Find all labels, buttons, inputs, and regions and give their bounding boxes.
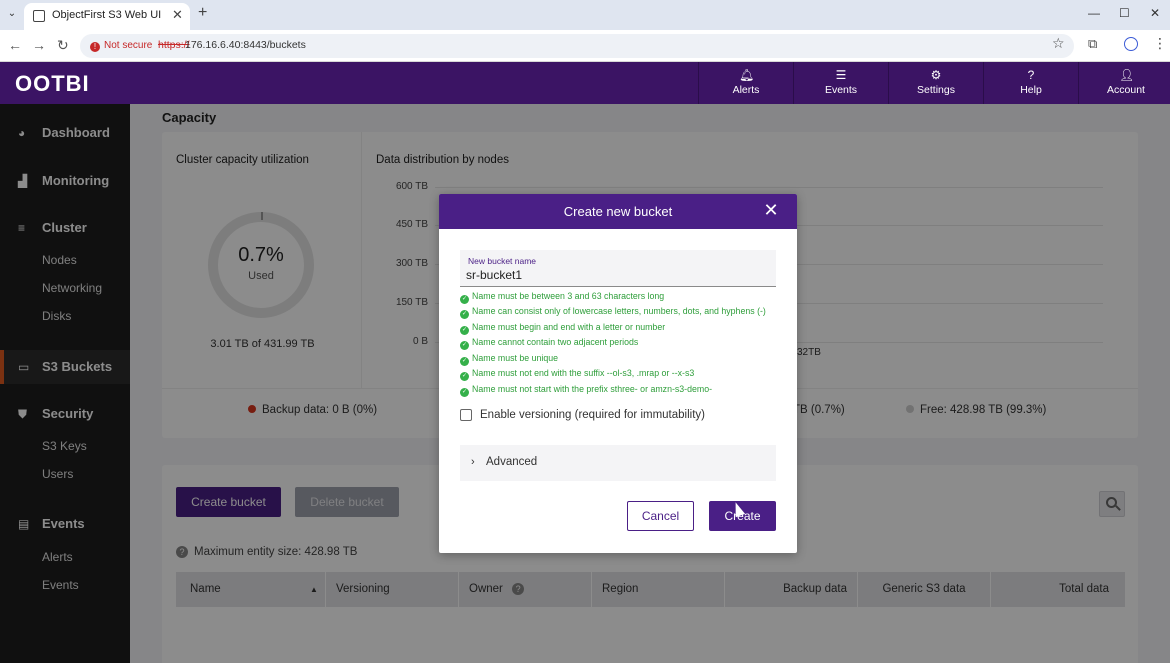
rule-text: Name cannot contain two adjacent periods: [472, 337, 639, 347]
reload-icon[interactable]: ↻: [57, 37, 69, 54]
check-circle-icon: ✓: [460, 372, 469, 381]
validation-rule: ✓ Name can consist only of lowercase lett…: [460, 306, 766, 320]
rule-text: Name must begin and end with a letter or…: [472, 322, 666, 332]
bell-icon: 🔔︎: [739, 68, 755, 82]
check-circle-icon: ✓: [460, 388, 469, 397]
profile-icon[interactable]: [1124, 37, 1138, 51]
favicon-icon: [33, 10, 45, 22]
check-circle-icon: ✓: [460, 357, 469, 366]
app-header: OOTBI 🔔︎ Alerts ☰ Events ⚙ Settings ? He…: [0, 62, 1170, 104]
help-icon: ?: [1027, 68, 1035, 82]
check-circle-icon: ✓: [460, 295, 469, 304]
not-secure-badge[interactable]: ! Not secure: [86, 37, 158, 55]
warning-icon: !: [90, 42, 100, 52]
extensions-icon[interactable]: ⧉: [1088, 36, 1097, 52]
back-icon[interactable]: ←: [8, 37, 22, 53]
header-settings[interactable]: ⚙ Settings: [888, 62, 983, 104]
minimize-icon[interactable]: —: [1088, 6, 1100, 20]
header-events[interactable]: ☰ Events: [793, 62, 888, 104]
header-alerts[interactable]: 🔔︎ Alerts: [698, 62, 793, 104]
bucket-name-label: New bucket name: [468, 256, 537, 266]
validation-rule: ✓ Name must be unique: [460, 353, 558, 367]
tab-close-icon[interactable]: ✕: [172, 7, 183, 23]
validation-rule: ✓ Name must be between 3 and 63 character…: [460, 291, 664, 305]
browser-tab-bar: ⌄ ObjectFirst S3 Web UI ✕ + — ☐ ✕: [0, 0, 1170, 30]
rule-text: Name must be unique: [472, 353, 559, 363]
forward-icon[interactable]: →: [32, 37, 46, 53]
address-bar[interactable]: ! Not secure https:// 176.16.6.40:8443/bu…: [80, 34, 1074, 58]
advanced-section[interactable]: › Advanced: [460, 445, 776, 481]
versioning-checkbox[interactable]: [460, 409, 472, 421]
advanced-label: Advanced: [486, 456, 538, 468]
header-settings-label: Settings: [917, 84, 955, 96]
validation-rule: ✓ Name must begin and end with a letter o…: [460, 322, 665, 336]
header-events-label: Events: [824, 84, 858, 96]
header-account-label: Account: [1107, 84, 1145, 96]
header-help-label: Help: [1020, 84, 1042, 96]
browser-menu-icon[interactable]: ⋮: [1153, 35, 1167, 52]
header-alerts-label: Alerts: [732, 84, 760, 96]
chevron-right-icon: ›: [471, 456, 475, 468]
cancel-button[interactable]: Cancel: [627, 501, 694, 531]
maximize-icon[interactable]: ☐: [1119, 6, 1130, 20]
rule-text: Name can consist only of lowercase lette…: [472, 306, 766, 316]
bucket-name-input[interactable]: [466, 266, 766, 284]
browser-tab[interactable]: ObjectFirst S3 Web UI ✕: [24, 3, 190, 30]
versioning-label[interactable]: Enable versioning (required for immutabi…: [480, 409, 705, 421]
header-help[interactable]: ? Help: [983, 62, 1078, 104]
browser-toolbar: ← → ↻ ! Not secure https:// 176.16.6.40:8…: [0, 30, 1170, 62]
header-account[interactable]: 👤︎ Account: [1078, 62, 1170, 104]
close-icon[interactable]: ✕: [761, 200, 781, 220]
dialog-title: Create new bucket: [563, 204, 673, 219]
logo: OOTBI: [15, 71, 90, 96]
validation-rule: ✓ Name cannot contain two adjacent period…: [460, 337, 638, 351]
tab-title: ObjectFirst S3 Web UI: [52, 9, 162, 21]
create-button[interactable]: Create: [709, 501, 776, 531]
url-text: 176.16.6.40:8443/buckets: [185, 39, 306, 51]
rule-text: Name must be between 3 and 63 characters…: [472, 291, 665, 301]
check-circle-icon: ✓: [460, 310, 469, 319]
not-secure-label: Not secure: [104, 40, 153, 51]
check-circle-icon: ✓: [460, 326, 469, 335]
user-icon: 👤︎: [1119, 68, 1135, 82]
new-tab-button[interactable]: +: [198, 4, 207, 22]
create-bucket-dialog: Create new bucket ✕ New bucket name ✓Nam…: [439, 194, 797, 553]
gear-icon: ⚙: [930, 68, 942, 82]
check-circle-icon: ✓: [460, 341, 469, 350]
validation-rule: ✓ Name must not end with the suffix --ol-…: [460, 368, 694, 382]
close-window-icon[interactable]: ✕: [1150, 6, 1160, 20]
list-icon: ☰: [835, 68, 847, 82]
bookmark-star-icon[interactable]: ☆: [1052, 35, 1065, 52]
rule-text: Name must not start with the prefix sthr…: [472, 384, 713, 394]
validation-rule: ✓ Name must not start with the prefix sth…: [460, 384, 712, 398]
rule-text: Name must not end with the suffix --ol-s…: [472, 368, 695, 378]
bucket-name-field[interactable]: New bucket name: [460, 250, 776, 287]
tab-search-chevron-icon[interactable]: ⌄: [4, 6, 20, 22]
dialog-header: Create new bucket ✕: [439, 194, 797, 229]
